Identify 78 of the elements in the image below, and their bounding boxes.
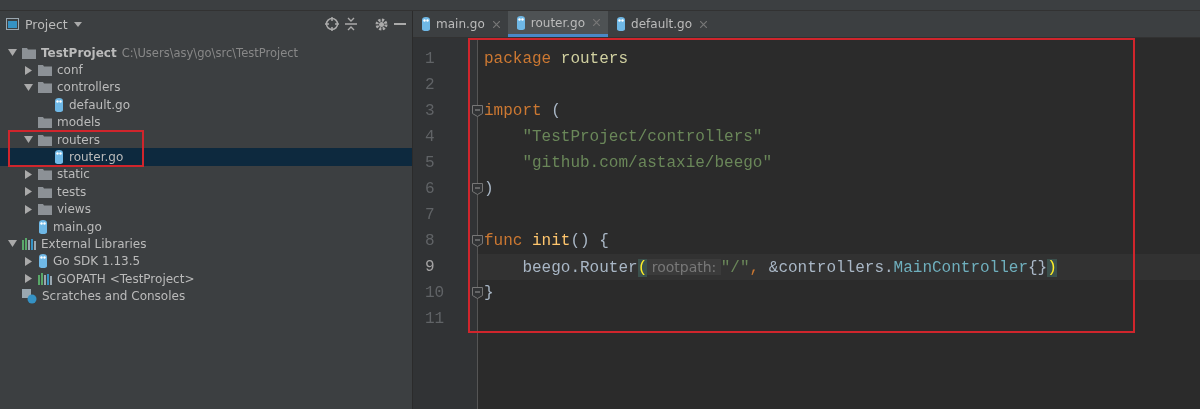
folder-icon (38, 203, 52, 216)
dropdown-caret-icon[interactable] (73, 21, 82, 27)
tree-item[interactable]: models (0, 113, 412, 131)
expanded-arrow-icon[interactable] (8, 48, 17, 58)
folder-icon (22, 46, 36, 59)
crosshair-icon[interactable] (325, 17, 339, 31)
tree-item-label: conf (57, 63, 83, 78)
tree-item-label: Go SDK 1.13.5 (53, 254, 141, 269)
library-bars-icon (38, 272, 52, 285)
gopher-file-icon (421, 17, 431, 31)
folder-icon (38, 116, 52, 129)
gopher-file-icon (515, 15, 526, 30)
tree-item-label: views (57, 202, 91, 217)
tree-item[interactable]: routers (0, 130, 412, 149)
tree-item-label: External Libraries (41, 237, 147, 251)
tree-item-label: default.go (69, 97, 130, 112)
code-line: beego.Router( rootpath: "/", &controllers.MainController{}) (521, 259, 1057, 277)
tree-item-label: controllers (57, 80, 121, 95)
code-line: "github.com/astaxie/beego" (521, 154, 773, 172)
code-line: "TestProject/controllers" (521, 128, 763, 146)
code-line: func init() { (484, 232, 609, 250)
code-line: ) (484, 180, 494, 198)
fold-marker-icon[interactable] (472, 235, 483, 247)
tree-item[interactable]: Go SDK 1.13.5 (0, 252, 412, 271)
tree-item-label: Scratches and Consoles (42, 289, 186, 304)
editor-tab[interactable]: router.go (507, 11, 609, 37)
fold-marker-icon[interactable] (472, 287, 483, 299)
gopher-file-icon (54, 150, 64, 165)
tree-item[interactable]: tests (0, 183, 412, 201)
tree-item[interactable]: default.go (0, 96, 412, 114)
tree-item-label: routers (57, 132, 100, 147)
folder-icon (38, 81, 52, 94)
code-line: package routers (484, 50, 629, 68)
close-icon[interactable] (700, 20, 708, 28)
tree-item-label: models (57, 115, 101, 130)
fold-marker-icon[interactable] (472, 183, 483, 195)
tree-item-label: GOPATH <TestProject> (57, 271, 195, 286)
gopher-file-icon (38, 219, 48, 234)
tree-item[interactable]: main.go (0, 217, 412, 236)
scratch-console-icon (22, 288, 37, 304)
tree-item[interactable]: views (0, 200, 412, 218)
gopher-file-icon (616, 17, 627, 31)
tree-item[interactable]: controllers (0, 78, 412, 97)
tree-item-label: static (57, 167, 90, 182)
expanded-arrow-icon[interactable] (24, 82, 33, 92)
folder-icon (38, 185, 52, 198)
settings-icon[interactable] (375, 17, 388, 31)
tree-item[interactable]: router.go (0, 148, 412, 166)
folder-icon (38, 133, 52, 146)
expanded-arrow-icon[interactable] (8, 239, 17, 249)
tree-item[interactable]: static (0, 165, 412, 184)
tree-item[interactable]: Scratches and Consoles (0, 287, 412, 305)
tree-item-label: TestProject (41, 45, 117, 60)
expanded-arrow-icon[interactable] (24, 135, 33, 145)
editor-tab[interactable]: default.go (608, 11, 716, 37)
line-number: 9 (424, 257, 436, 278)
tree-item[interactable]: TestProject C:\Users\asy\go\src\TestProject (0, 44, 412, 62)
window-icon (6, 18, 19, 30)
gopher-file-icon (38, 254, 48, 269)
tree-item-label: router.go (69, 150, 124, 165)
tree-item-label: tests (57, 184, 87, 199)
panel-title[interactable]: Project (25, 16, 68, 32)
folder-icon (38, 168, 52, 181)
collapsed-arrow-icon[interactable] (24, 65, 33, 75)
tree-item-label: main.go (53, 219, 102, 234)
close-icon[interactable] (492, 20, 500, 28)
tree-item[interactable]: conf (0, 61, 412, 79)
editor-tab[interactable]: main.go (413, 11, 508, 37)
gopher-file-icon (54, 97, 64, 112)
code-line: } (484, 284, 494, 302)
folder-icon (38, 64, 52, 77)
project-path: C:\Users\asy\go\src\TestProject (121, 45, 299, 60)
code-line: import ( (484, 102, 561, 120)
fold-marker-icon[interactable] (472, 105, 483, 117)
library-bars-icon (22, 238, 36, 250)
tree-item[interactable]: GOPATH <TestProject> (0, 270, 412, 288)
tree-item[interactable]: External Libraries (0, 235, 412, 253)
collapse-all-icon[interactable] (345, 17, 357, 31)
